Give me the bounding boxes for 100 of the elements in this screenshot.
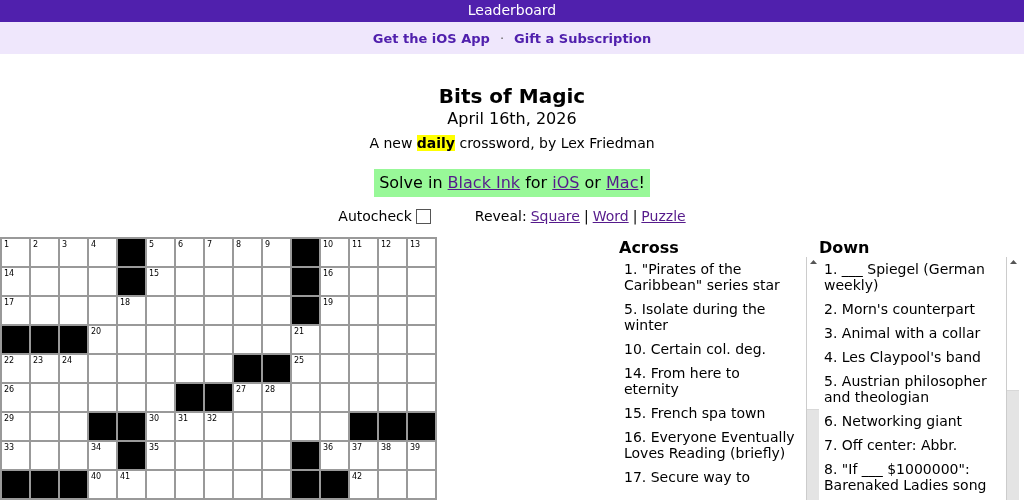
grid-square[interactable]	[407, 325, 436, 354]
grid-square[interactable]	[88, 354, 117, 383]
clue[interactable]: 4. Les Claypool's band	[824, 345, 997, 369]
grid-square[interactable]	[407, 470, 436, 499]
grid-square[interactable]: 13	[407, 238, 436, 267]
grid-square[interactable]: 9	[262, 238, 291, 267]
grid-square[interactable]: 32	[204, 412, 233, 441]
grid-square[interactable]	[146, 383, 175, 412]
grid-square[interactable]: 15	[146, 267, 175, 296]
grid-square[interactable]	[59, 441, 88, 470]
grid-square[interactable]	[320, 354, 349, 383]
clue[interactable]: 3. Animal with a collar	[824, 321, 997, 345]
grid-square[interactable]	[262, 470, 291, 499]
grid-square[interactable]: 17	[1, 296, 30, 325]
grid-square[interactable]: 36	[320, 441, 349, 470]
grid-square[interactable]: 11	[349, 238, 378, 267]
grid-square[interactable]	[378, 325, 407, 354]
grid-square[interactable]: 18	[117, 296, 146, 325]
clue[interactable]: 2. Morn's counterpart	[824, 297, 997, 321]
grid-square[interactable]	[59, 267, 88, 296]
grid-square[interactable]: 24	[59, 354, 88, 383]
grid-square[interactable]	[88, 267, 117, 296]
grid-square[interactable]	[320, 412, 349, 441]
grid-square[interactable]: 7	[204, 238, 233, 267]
grid-square[interactable]	[59, 296, 88, 325]
grid-square[interactable]	[175, 325, 204, 354]
promo-link[interactable]: Get the iOS App	[372, 30, 490, 46]
grid-square[interactable]	[204, 267, 233, 296]
clue[interactable]: 16. Everyone Eventually Loves Reading (briefly)	[624, 425, 797, 465]
autocheck-checkbox[interactable]	[415, 208, 431, 224]
clue[interactable]: 15. French spa town	[624, 401, 797, 425]
grid-square[interactable]	[146, 470, 175, 499]
grid-square[interactable]	[233, 470, 262, 499]
clue[interactable]: 14. From here to eternity	[624, 361, 797, 401]
grid-square[interactable]: 12	[378, 238, 407, 267]
grid-square[interactable]	[88, 296, 117, 325]
grid-square[interactable]: 39	[407, 441, 436, 470]
grid-square[interactable]	[262, 441, 291, 470]
grid-square[interactable]	[30, 441, 59, 470]
grid-square[interactable]	[175, 354, 204, 383]
grid-square[interactable]	[59, 383, 88, 412]
grid-square[interactable]: 29	[1, 412, 30, 441]
grid-square[interactable]	[320, 325, 349, 354]
grid-square[interactable]	[378, 383, 407, 412]
grid-square[interactable]	[320, 383, 349, 412]
grid-square[interactable]	[175, 296, 204, 325]
grid-square[interactable]: 35	[146, 441, 175, 470]
grid-square[interactable]	[262, 296, 291, 325]
clue[interactable]: 5. Austrian philosopher and theologian	[824, 369, 997, 409]
grid-square[interactable]	[30, 267, 59, 296]
grid-square[interactable]	[233, 267, 262, 296]
grid-square[interactable]: 41	[117, 470, 146, 499]
promo-link[interactable]: Gift a Subscription	[514, 30, 652, 46]
grid-square[interactable]: 14	[1, 267, 30, 296]
clue[interactable]: 1. "Pirates of the Caribbean" series star	[624, 257, 797, 297]
grid-square[interactable]	[233, 441, 262, 470]
grid-square[interactable]: 8	[233, 238, 262, 267]
grid-square[interactable]: 6	[175, 238, 204, 267]
grid-square[interactable]	[117, 325, 146, 354]
grid-square[interactable]: 40	[88, 470, 117, 499]
clue[interactable]: 1. ___ Spiegel (German weekly)	[824, 257, 997, 297]
grid-square[interactable]: 27	[233, 383, 262, 412]
grid-square[interactable]: 23	[30, 354, 59, 383]
grid-square[interactable]: 33	[1, 441, 30, 470]
grid-square[interactable]	[117, 383, 146, 412]
scroll-up-icon[interactable]	[1009, 260, 1017, 264]
grid-square[interactable]	[30, 412, 59, 441]
grid-square[interactable]	[146, 325, 175, 354]
grid-square[interactable]	[146, 354, 175, 383]
grid-square[interactable]	[175, 441, 204, 470]
grid-square[interactable]	[349, 383, 378, 412]
reveal-link[interactable]: Puzzle	[641, 208, 686, 224]
grid-square[interactable]	[204, 354, 233, 383]
grid-square[interactable]	[349, 325, 378, 354]
grid-square[interactable]	[262, 267, 291, 296]
clue[interactable]: 5. Isolate during the winter	[624, 297, 797, 337]
grid-square[interactable]: 1	[1, 238, 30, 267]
grid-square[interactable]	[378, 296, 407, 325]
grid-square[interactable]: 28	[262, 383, 291, 412]
grid-square[interactable]	[349, 354, 378, 383]
grid-square[interactable]	[349, 296, 378, 325]
scroll-up-icon[interactable]	[809, 260, 817, 264]
grid-square[interactable]: 42	[349, 470, 378, 499]
grid-square[interactable]	[378, 354, 407, 383]
grid-square[interactable]	[262, 325, 291, 354]
grid-square[interactable]	[378, 470, 407, 499]
grid-square[interactable]	[175, 267, 204, 296]
grid-square[interactable]	[291, 412, 320, 441]
grid-square[interactable]	[117, 354, 146, 383]
app-link[interactable]: Mac	[606, 173, 639, 192]
app-link[interactable]: iOS	[552, 173, 580, 192]
grid-square[interactable]	[146, 296, 175, 325]
grid-square[interactable]	[407, 267, 436, 296]
grid-square[interactable]: 25	[291, 354, 320, 383]
grid-square[interactable]	[204, 296, 233, 325]
grid-square[interactable]: 19	[320, 296, 349, 325]
grid-square[interactable]	[262, 412, 291, 441]
grid-square[interactable]	[233, 412, 262, 441]
grid-square[interactable]: 31	[175, 412, 204, 441]
grid-square[interactable]	[378, 267, 407, 296]
